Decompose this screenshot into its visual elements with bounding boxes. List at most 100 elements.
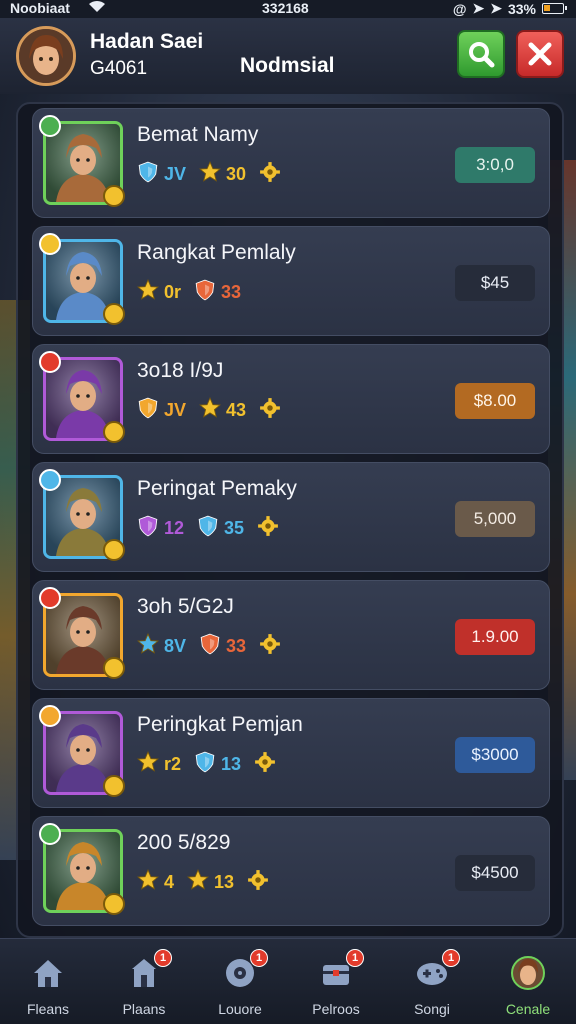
- price-button[interactable]: 5,000: [455, 501, 535, 537]
- stat-value: JV: [164, 164, 187, 184]
- smile-badge-icon: [103, 185, 125, 207]
- star-icon: [198, 160, 222, 188]
- stat-value: 13: [214, 872, 235, 892]
- shield-icon: [137, 515, 159, 542]
- notification-badge: 1: [154, 949, 172, 967]
- hero-stats: JV 43: [137, 396, 281, 424]
- nav-item[interactable]: 1 Pelroos: [288, 949, 384, 1021]
- hero-name: Bemat Namy: [137, 123, 259, 146]
- stat-value: 43: [226, 400, 247, 420]
- shield-icon: [194, 279, 216, 306]
- rank-badge-icon: [39, 351, 61, 373]
- price-button[interactable]: 3:0,0: [455, 147, 535, 183]
- price-button[interactable]: 1.9.00: [455, 619, 535, 655]
- notification-badge: 1: [442, 949, 460, 967]
- price-button[interactable]: $3000: [455, 737, 535, 773]
- price-button[interactable]: $4500: [455, 855, 535, 891]
- smile-badge-icon: [103, 303, 125, 325]
- smile-badge-icon: [103, 657, 125, 679]
- hero-stats: 8V 33: [136, 632, 281, 660]
- stat-value: 35: [224, 518, 245, 538]
- ranking-list-panel: Bemat Namy JV 30 3:0,0 Rangkat Pemlaly 0r 33 $4…: [16, 102, 564, 938]
- nav-item[interactable]: 1 Louore: [192, 949, 288, 1021]
- rank-badge-icon: [39, 823, 61, 845]
- nav-label: Fleans: [26, 1001, 70, 1017]
- star-icon: [136, 278, 160, 306]
- stat-value: r2: [164, 754, 182, 774]
- smile-badge-icon: [103, 539, 125, 561]
- player-avatar[interactable]: [16, 26, 76, 86]
- screen-title: Nodmsial: [240, 54, 335, 77]
- hero-stats: r2 13: [136, 750, 276, 778]
- close-icon: [528, 42, 552, 66]
- battery-percent: 33%: [507, 0, 536, 17]
- search-button[interactable]: [457, 30, 505, 78]
- star-icon: [198, 396, 222, 424]
- at-icon: @: [452, 0, 467, 17]
- gear-icon: [254, 751, 276, 778]
- nav-label: Cenale: [505, 1001, 551, 1017]
- stat-value: JV: [164, 400, 187, 420]
- gear-icon: [259, 633, 281, 660]
- gear-icon: [247, 869, 269, 896]
- hero-name: 3o18 I/9J: [137, 359, 224, 382]
- status-time: 332168: [262, 0, 309, 16]
- carrier-label: Noobiaat: [10, 0, 70, 16]
- stat-value: 13: [221, 754, 242, 774]
- status-bar: Noobiaat 332168 @ ➤ ➤ 33%: [0, 0, 576, 18]
- stat-value: 8V: [164, 636, 187, 656]
- hero-stats: 4 13: [136, 868, 269, 896]
- gear-icon: [259, 161, 281, 188]
- hero-stats: 0r 33: [136, 278, 249, 306]
- home-icon: [30, 955, 66, 991]
- ranking-card[interactable]: Rangkat Pemlaly 0r 33 $45: [32, 226, 550, 336]
- location-arrow-icon: ➤: [472, 0, 485, 16]
- nav-item[interactable]: Fleans: [0, 949, 96, 1021]
- nav-item[interactable]: 1 Songi: [384, 949, 480, 1021]
- shield-icon: [137, 397, 159, 424]
- nav-item[interactable]: 1 Plaans: [96, 949, 192, 1021]
- ranking-card[interactable]: Peringkat Pemjan r2 13 $3000: [32, 698, 550, 808]
- hero-stats: JV 30: [137, 160, 281, 188]
- player-name: Hadan Saei: [90, 30, 204, 53]
- gear-icon: [257, 515, 279, 542]
- rank-badge-icon: [39, 115, 61, 137]
- shield-icon: [197, 515, 219, 542]
- shield-icon: [199, 633, 221, 660]
- hero-name: 3oh 5/G2J: [137, 595, 234, 618]
- stat-value: 33: [221, 282, 242, 302]
- star-icon: [136, 632, 160, 660]
- player-id: G4061: [90, 58, 148, 79]
- bottom-navigation: Fleans 1 Plaans 1 Louore 1 Pelroos 1 Songi Cenale: [0, 938, 576, 1024]
- nav-item[interactable]: Cenale: [480, 949, 576, 1021]
- stat-value: 4: [164, 872, 175, 892]
- hero-name: Rangkat Pemlaly: [137, 241, 296, 264]
- hero-stats: 12 35: [137, 515, 279, 542]
- notification-badge: 1: [250, 949, 268, 967]
- gear-icon: [259, 397, 281, 424]
- stat-value: 12: [164, 518, 185, 538]
- hero-name: Peringat Pemaky: [137, 477, 297, 500]
- smile-badge-icon: [103, 421, 125, 443]
- signal-arrow-icon: ➤: [490, 0, 502, 16]
- shield-icon: [137, 161, 159, 188]
- close-button[interactable]: [516, 30, 564, 78]
- hero-name: 200 5/829: [137, 831, 231, 854]
- ranking-card[interactable]: 3o18 I/9J JV 43 $8.00: [32, 344, 550, 454]
- star-icon: [186, 868, 210, 896]
- top-header: Hadan Saei G4061 Nodmsial: [0, 18, 576, 94]
- nav-label: Plaans: [122, 1001, 166, 1017]
- rank-badge-icon: [39, 233, 61, 255]
- ranking-card[interactable]: Peringat Pemaky 12 35 5,000: [32, 462, 550, 572]
- ranking-card[interactable]: 200 5/829 4 13 $4500: [32, 816, 550, 926]
- nav-label: Pelroos: [312, 1001, 360, 1017]
- ranking-card[interactable]: Bemat Namy JV 30 3:0,0: [32, 108, 550, 218]
- star-icon: [136, 750, 160, 778]
- rank-badge-icon: [39, 469, 61, 491]
- price-button[interactable]: $45: [455, 265, 535, 301]
- price-button[interactable]: $8.00: [455, 383, 535, 419]
- ranking-card[interactable]: 3oh 5/G2J 8V 33 1.9.00: [32, 580, 550, 690]
- shield-icon: [194, 751, 216, 778]
- hero-name: Peringkat Pemjan: [137, 713, 303, 736]
- profile-icon: [510, 955, 546, 991]
